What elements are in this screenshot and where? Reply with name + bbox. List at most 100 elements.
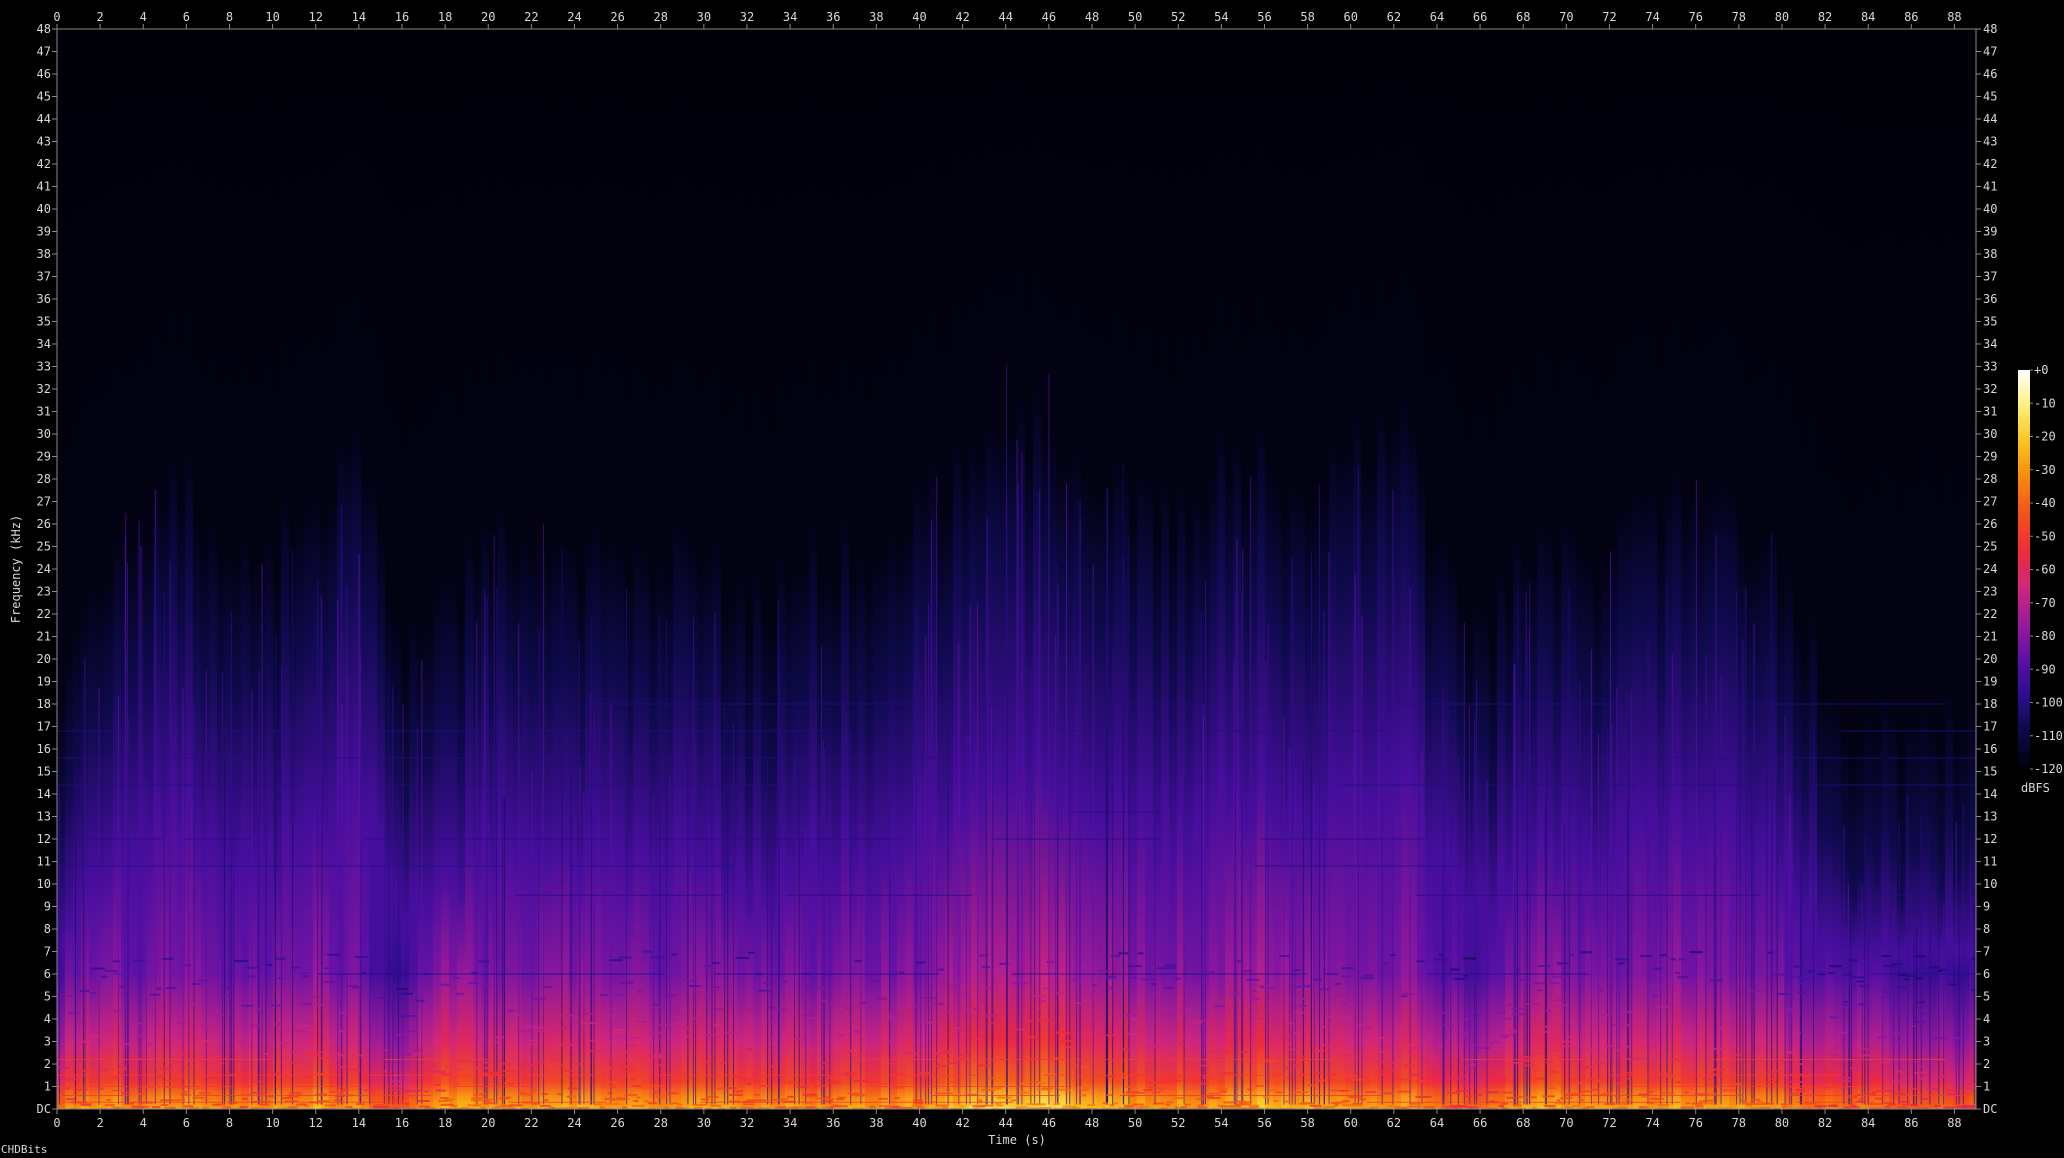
y-tick-label-left: 38 xyxy=(37,247,51,261)
harmonic-dash xyxy=(212,1014,224,1017)
heatmap-column xyxy=(769,29,778,1109)
y-tick-label-left: 45 xyxy=(37,90,51,104)
harmonic-dash xyxy=(105,1030,116,1033)
harmonic-dash xyxy=(414,1089,423,1092)
harmonic-dash xyxy=(1563,1040,1572,1043)
harmonic-dash xyxy=(576,1062,584,1065)
harmonic-dash xyxy=(649,1031,664,1034)
heatmap-column xyxy=(1777,29,1786,1109)
harmonic-dash xyxy=(1922,1012,1929,1015)
harmonic-dash xyxy=(1802,1022,1807,1025)
harmonic-dash xyxy=(1861,1048,1874,1051)
harmonic-dash xyxy=(1604,1103,1616,1106)
y-tick-label-left: 40 xyxy=(37,202,51,216)
y-tick-label-right: 42 xyxy=(1983,157,1997,171)
harmonic-dash xyxy=(527,1043,538,1046)
colorbar-tick-label: -10 xyxy=(2034,396,2056,410)
harmonic-dash xyxy=(1447,1091,1461,1094)
harmonic-dash xyxy=(700,1060,712,1063)
harmonic-dash xyxy=(915,961,925,964)
harmonic-dash xyxy=(342,1088,349,1091)
harmonic-dash xyxy=(1092,984,1097,987)
harmonic-dash xyxy=(1013,982,1028,985)
harmonic-dash xyxy=(713,1023,722,1026)
heatmap-column xyxy=(297,29,306,1109)
harmonic-dash xyxy=(455,992,465,995)
harmonic-dash xyxy=(1560,1097,1573,1100)
heatmap-column xyxy=(1265,29,1274,1109)
harmonic-dash xyxy=(1777,992,1789,995)
harmonic-dash xyxy=(1797,991,1806,994)
harmonic-dash xyxy=(151,1106,161,1109)
x-tick-label-top: 66 xyxy=(1473,10,1487,24)
harmonic-dash xyxy=(1496,1011,1507,1014)
harmonic-dash xyxy=(91,967,105,970)
harmonic-dash xyxy=(1537,989,1542,992)
harmonic-dash xyxy=(935,1064,949,1067)
harmonic-dash xyxy=(103,1018,112,1021)
harmonic-dash xyxy=(678,1015,687,1018)
harmonic-dash xyxy=(106,1099,111,1102)
harmonic-dash xyxy=(1713,1047,1725,1050)
harmonic-dash xyxy=(182,1090,188,1093)
harmonic-dash xyxy=(1387,1105,1401,1108)
y-tick-label-right: 26 xyxy=(1983,517,1997,531)
harmonic-dash xyxy=(377,996,384,999)
harmonic-dash xyxy=(1874,1097,1884,1100)
heatmap-column xyxy=(1257,29,1266,1109)
harmonic-dash xyxy=(945,1080,957,1083)
x-tick-label-bottom: 14 xyxy=(352,1116,366,1130)
x-tick-label-bottom: 44 xyxy=(998,1116,1012,1130)
heatmap-column xyxy=(1937,29,1946,1109)
harmonic-dash xyxy=(484,1072,496,1075)
heatmap-column xyxy=(97,29,106,1109)
harmonic-dash xyxy=(304,1002,312,1005)
heatmap-column xyxy=(1321,29,1330,1109)
harmonic-dash xyxy=(1500,1102,1508,1105)
heatmap-column xyxy=(201,29,210,1109)
harmonic-dash xyxy=(1698,1100,1706,1103)
harmonic-dash xyxy=(1284,1022,1295,1025)
harmonic-dash xyxy=(63,1078,77,1081)
harmonic-dash xyxy=(853,1080,868,1083)
harmonic-dash xyxy=(590,1039,604,1042)
x-tick-label-top: 46 xyxy=(1042,10,1056,24)
heatmap-column xyxy=(1121,29,1130,1109)
harmonic-dash xyxy=(1038,1082,1047,1085)
harmonic-dash xyxy=(162,957,174,960)
harmonic-dash xyxy=(203,1098,209,1101)
harmonic-dash xyxy=(1462,1037,1470,1040)
harmonic-dash xyxy=(838,1016,851,1019)
harmonic-dash xyxy=(1204,970,1215,973)
harmonic-dash xyxy=(1536,1047,1542,1050)
harmonic-dash xyxy=(1443,1024,1454,1027)
harmonic-dash xyxy=(888,1018,893,1021)
harmonic-dash xyxy=(471,1099,483,1102)
harmonic-dash xyxy=(1498,1105,1505,1108)
heatmap-column xyxy=(945,29,954,1109)
x-tick-label-bottom: 18 xyxy=(438,1116,452,1130)
heatmap-column xyxy=(1721,29,1730,1109)
harmonic-dash xyxy=(855,1094,865,1097)
harmonic-dash xyxy=(185,1094,192,1097)
harmonic-dash xyxy=(454,1068,462,1071)
harmonic-dash xyxy=(1507,1003,1512,1006)
harmonic-dash xyxy=(301,974,309,977)
harmonic-dash xyxy=(1416,960,1425,963)
harmonic-dash xyxy=(1829,965,1842,968)
harmonic-dash xyxy=(1709,979,1723,982)
harmonic-dash xyxy=(559,1014,573,1017)
harmonic-dash xyxy=(1846,982,1857,985)
harmonic-dash xyxy=(301,1022,314,1025)
harmonic-dash xyxy=(837,1096,846,1099)
harmonic-dash xyxy=(1050,1022,1056,1025)
harmonic-dash xyxy=(772,1098,783,1101)
harmonic-dash xyxy=(767,1020,778,1023)
colorbar-ticks: +0 -10 -20 -30 -40 -50 -60 -70 -80 -90 -100 -110 -12… xyxy=(2030,363,2063,776)
harmonic-dash xyxy=(483,1101,498,1104)
heatmap-column xyxy=(1537,29,1546,1109)
harmonic-dash xyxy=(1117,1076,1126,1079)
harmonic-dash xyxy=(1555,1102,1564,1105)
harmonic-dash xyxy=(1892,963,1903,966)
harmonic-dash xyxy=(1789,1080,1804,1083)
